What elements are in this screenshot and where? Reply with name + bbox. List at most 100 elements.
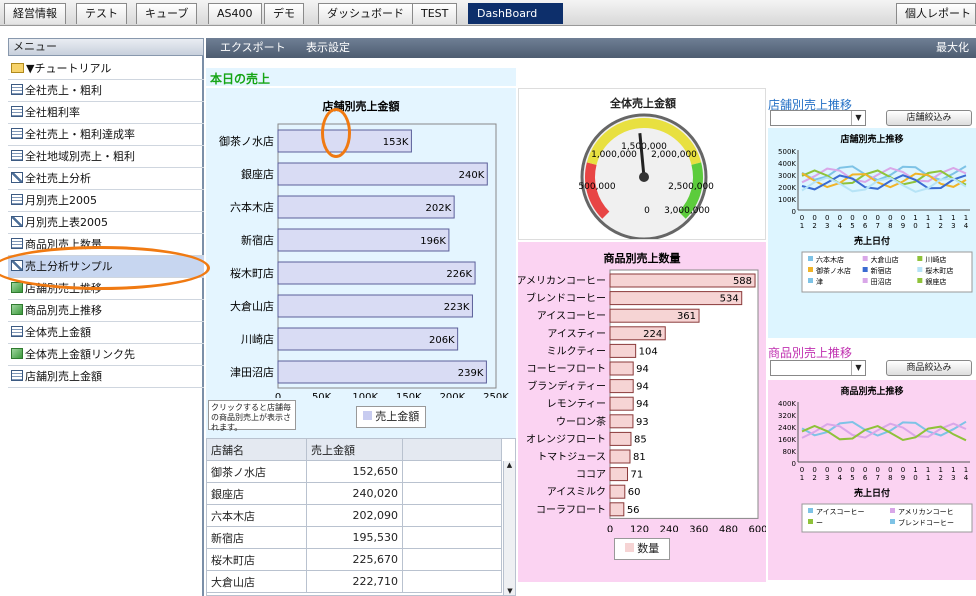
tick-label: 0 [875, 214, 879, 222]
trend-xlabel: 売上日付 [854, 235, 890, 247]
bar[interactable] [609, 379, 634, 394]
tick-label: 4 [964, 222, 969, 230]
sidebar-item-5[interactable]: 月別売上2005 [8, 190, 204, 212]
tab-as400[interactable]: AS400 [208, 3, 262, 24]
tab-dashboard[interactable]: DashBoard [468, 3, 563, 24]
table-row[interactable]: 銀座店 240,020 [207, 482, 502, 505]
tick-label: 9 [901, 474, 905, 482]
sidebar-item-13[interactable]: 店舗別売上金額 [8, 366, 204, 388]
legend-swatch [862, 256, 868, 261]
tick-label: 4 [838, 474, 843, 482]
tick-label: 600 [748, 524, 766, 532]
sidebar-item-label: 全社売上分析 [25, 172, 91, 185]
personal-report-tab[interactable]: 個人レポート [896, 3, 976, 24]
sidebar-item-6[interactable]: 月別売上表2005 [8, 212, 204, 234]
sidebar-item-4[interactable]: 全社売上分析 [8, 168, 204, 190]
product-legend-label: 数量 [637, 542, 660, 555]
scroll-down-icon[interactable]: ▼ [504, 587, 515, 595]
category-label: アイスティー [547, 329, 606, 340]
tab-test-jp[interactable]: テスト [76, 3, 127, 24]
category-label: 津田沼店 [230, 365, 274, 379]
tick-label: 1 [939, 214, 943, 222]
gauge-tick-label: 2,500,000 [668, 182, 714, 192]
legend-swatch [624, 543, 634, 552]
legend-swatch [917, 278, 923, 283]
bar[interactable] [609, 467, 629, 482]
sidebar-item-12[interactable]: 全体売上金額リンク先 [8, 344, 204, 366]
tab-keiei[interactable]: 経営情報 [4, 3, 66, 24]
sidebar-item-label: 月別売上表2005 [25, 216, 108, 229]
table-row[interactable]: 桜木町店 225,670 [207, 548, 502, 571]
product-trend-panel: 商品別売上推移 400K 320K 240K 160K 80K 0 0 1 0 2 0 3 0 4 0 5 0 6 0… [768, 380, 976, 580]
bar[interactable] [277, 162, 488, 186]
category-label: ミルクティー [547, 345, 606, 357]
product-trend-select[interactable]: ▼ [770, 360, 866, 376]
data-label: 202K [425, 203, 451, 214]
sidebar-item-2[interactable]: 全社売上・粗利達成率 [8, 124, 204, 146]
maximize-button[interactable]: 最大化 [936, 38, 969, 58]
table-scrollbar[interactable]: ▲ ▼ [503, 461, 515, 595]
tab-test[interactable]: TEST [412, 3, 458, 24]
scroll-up-icon[interactable]: ▲ [504, 461, 515, 469]
product-trend-chart[interactable]: 商品別売上推移400K320K240K160K80K00102030405060… [768, 380, 976, 580]
store-sales-chart[interactable]: 店舗別売上金額御茶ノ水店 153K銀座店 240K六本木店 202K新宿店 196K桜木… [206, 88, 516, 403]
display-settings-button[interactable]: 表示設定 [306, 38, 350, 58]
bar[interactable] [609, 396, 634, 411]
table-row[interactable]: 御茶ノ水店 152,650 [207, 460, 502, 483]
tick-label: 1 [951, 466, 955, 474]
table-row[interactable]: 大倉山店 222,710 [207, 570, 502, 593]
tick-label: 3 [825, 474, 829, 482]
tick-label: 0 [888, 466, 892, 474]
sidebar-item-3[interactable]: 全社地域別売上・粗利 [8, 146, 204, 168]
bar[interactable] [609, 449, 631, 464]
store-trend-chart[interactable]: 店舗別売上推移500K400K300K200K100K0010203040506… [768, 128, 976, 338]
top-tab-bar: 経営情報 テスト キューブ AS400 デモ ダッシュボード TEST Dash… [0, 0, 976, 26]
table-row[interactable]: 六本木店 202,090 [207, 504, 502, 527]
tick-label: 0 [850, 214, 854, 222]
sidebar-item-0[interactable]: 全社売上・粗利 [8, 80, 204, 102]
bar[interactable] [609, 484, 626, 499]
tab-dashboard-jp[interactable]: ダッシュボード [318, 3, 413, 24]
export-button[interactable]: エクスポート [220, 38, 286, 58]
legend-label: 川崎店 [925, 255, 946, 264]
legend-swatch [808, 278, 813, 283]
tab-demo[interactable]: デモ [264, 3, 304, 24]
tab-cube[interactable]: キューブ [136, 3, 198, 24]
gauge-chart[interactable]: 500,0001,000,0001,500,0002,000,0002,500,… [569, 109, 719, 239]
tick-label: 2 [812, 474, 816, 482]
bar[interactable] [609, 414, 634, 429]
tick-label: 1 [926, 214, 930, 222]
store-filter-button[interactable]: 店舗絞込み [886, 110, 972, 126]
folder-tutorial[interactable]: ▼チュートリアル [8, 58, 204, 80]
legend-label: アイスコーヒー [816, 508, 864, 516]
bar[interactable] [609, 431, 632, 446]
store-trend-select[interactable]: ▼ [770, 110, 866, 126]
cell-amount: 152,650 [306, 460, 403, 483]
table-row[interactable]: 新宿店 195,530 [207, 526, 502, 549]
sidebar-item-10[interactable]: 商品別売上推移 [8, 300, 204, 322]
table-icon [11, 370, 23, 381]
sidebar-item-11[interactable]: 全体売上金額 [8, 322, 204, 344]
data-label: 588 [733, 276, 752, 287]
tick-label: 0 [607, 524, 613, 532]
bar[interactable] [609, 361, 634, 376]
legend-swatch [808, 508, 813, 513]
bar[interactable] [609, 502, 625, 517]
bar[interactable] [609, 343, 637, 358]
tick-label: 240 [660, 524, 679, 532]
category-label: ブレンドコーヒー [526, 292, 606, 305]
gauge-panel: 全体売上金額 500,000 1,000,000 1,500,000 2,000,00… [518, 88, 766, 240]
trend-chart-title: 店舗別売上推移 [840, 133, 903, 145]
sidebar-item-1[interactable]: 全社粗利率 [8, 102, 204, 124]
folder-label: ▼チュートリアル [26, 62, 112, 75]
bar[interactable] [277, 360, 487, 384]
tick-label: 0 [838, 466, 842, 474]
tick-label: 480 [719, 524, 738, 532]
sidebar-item-label: 月別売上2005 [25, 194, 97, 207]
category-label: コーヒーフロート [527, 363, 606, 375]
data-label: 223K [444, 302, 470, 313]
product-filter-button[interactable]: 商品絞込み [886, 360, 972, 376]
tick-label: 2 [812, 222, 816, 230]
product-sales-chart[interactable]: 商品別売上数量アメリカンコーヒー 588 ブレンドコーヒー 534 アイスコーヒー 361… [517, 242, 768, 535]
data-label: 94 [636, 364, 649, 375]
